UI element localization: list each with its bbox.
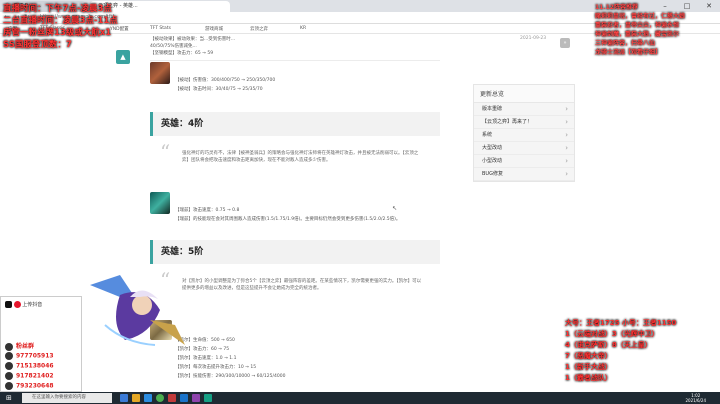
edge-icon[interactable] (144, 394, 152, 402)
overlay-text: 龙骑士流派【观看仔细】 (595, 49, 662, 56)
close-icon[interactable]: ✕ (698, 0, 720, 12)
overlay-text: 11.12阵容推荐 (595, 4, 638, 11)
taskbar-search-input[interactable]: 在这里输入你要搜索的内容 (22, 393, 112, 403)
qq-penguin-icon (5, 342, 13, 351)
overlay-text: 重装忍者，皇帝尖尖，神谕永恒 (595, 22, 680, 29)
update-overview-sidebar: 更新总览 版本重磅 › 【云顶之弈】再来了！ › 系统 › 大型改动 › 小型改动 › B… (473, 84, 575, 182)
section-heading-tier4: 英雄：4阶 (150, 112, 440, 136)
hero-portrait (150, 62, 170, 84)
qq-group-number: 715138046 (16, 362, 54, 370)
overlay-text: 1（新手大战） (565, 363, 612, 371)
overlay-text: 7（恶魔大帝） (565, 352, 612, 360)
section-heading-tier5: 英雄：5阶 (150, 240, 440, 264)
sidebar-item[interactable]: 系统 › (474, 129, 574, 142)
overlay-text: 神谕剑魔，重装大狼，藏宝凯尔 (595, 31, 680, 38)
hero-stat: 【被动】攻击时间：30/40/75 → 25/35/70 (175, 87, 263, 92)
chevron-right-icon: › (565, 170, 568, 178)
overlay-text: 房管一粉丝牌13级或大航x1 (3, 28, 112, 38)
sidebar-item[interactable]: 【云顶之弈】再来了！ › (474, 116, 574, 129)
sidebar-item-label: 大型改动 (482, 145, 503, 151)
fan-group-card: 上传抖音 粉丝群 977705913 715138046 917821402 7… (0, 296, 82, 392)
quote-icon: “ (160, 140, 171, 164)
article-text: 【被动效果】被动效果：当...受到伤害时... (150, 37, 236, 42)
sidebar-item-label: BUG修复 (482, 171, 503, 177)
taskview-icon[interactable] (120, 394, 128, 402)
qq-group-number: 917821402 (16, 372, 54, 380)
bookmark-item[interactable]: YND配置 (110, 26, 129, 32)
weibo-icon (13, 301, 21, 308)
overlay-text: 二台直播时间：凌晨3点-11点 (3, 16, 118, 26)
article-text: 40/50/75%伤害减免... (150, 44, 197, 49)
clock-date: 2021/6/24 (685, 398, 706, 403)
windows-taskbar: ⊞ 在这里输入你要搜索的内容 1:02 2021/6/24 (0, 392, 720, 404)
overlay-text: 直播时间：下午7点-凌晨3点 (3, 4, 112, 14)
windows-start-icon[interactable]: ⊞ (6, 394, 12, 402)
app-icon[interactable] (204, 394, 212, 402)
section-quote: 强化神灯的巧灵有不，法律【被神圣骑兵】的策略会与强化神灯法师将在英雄神灯攻击，并… (182, 151, 419, 163)
chevron-right-icon: › (565, 144, 568, 152)
app-icon[interactable] (192, 394, 200, 402)
social-label-text: 上传抖音 (22, 302, 43, 308)
social-label: 上传抖音 (5, 301, 42, 308)
overlay-text: 赌莉莉皇冠，曾经有过，仁慈大娘 (595, 13, 686, 20)
chevron-right-icon: › (565, 131, 568, 139)
sidebar-item[interactable]: 大型改动 › (474, 142, 574, 155)
qq-group-label: 粉丝群 (16, 343, 35, 350)
qq-penguin-icon (5, 372, 13, 380)
mouse-cursor-icon: ↖ (392, 205, 398, 212)
app-icon[interactable] (180, 394, 188, 402)
overlay-text: 1（霸者战队） (565, 374, 612, 382)
section-quote: 对【凯尔】的小型调整是为了弥合5个【云顶之弈】最强阵容的差距。在某些情况下，凯尔… (182, 279, 422, 291)
hero-stat: 【凯尔】攻击速度：1.0 → 1.1 (175, 356, 237, 361)
overlay-text: SS国服登顶数：7 (3, 40, 72, 50)
sidebar-item[interactable]: 版本重磅 › (474, 103, 574, 116)
sidebar-item-label: 系统 (482, 132, 493, 138)
sidebar-item[interactable]: 小型改动 › (474, 155, 574, 168)
article-date: 2021-09-23 (520, 36, 547, 41)
hero-stat: 【瑞兹】的技能现在会对其周围敌人造成伤害(1.5/1.75/1.9倍)。主要目标… (175, 217, 401, 222)
sidebar-item-label: 小型改动 (482, 158, 503, 164)
qq-group-number: 793230648 (16, 382, 54, 390)
qq-penguin-icon (5, 362, 13, 370)
divider (150, 60, 440, 61)
qq-group-number: 977705913 (16, 352, 54, 360)
overlay-text: 4（诺克萨斯）8（天上皇） (565, 341, 652, 349)
douyin-icon (5, 301, 12, 308)
back-to-top-button[interactable]: ▲ (116, 50, 130, 64)
chrome-icon[interactable] (156, 394, 164, 402)
chevron-right-icon: › (565, 157, 568, 165)
chevron-right-icon: › (565, 118, 568, 126)
back-to-top-button[interactable]: » (560, 38, 570, 48)
bookmark-item[interactable]: KR (300, 26, 306, 31)
article-text: 【坚钢模型】攻击力：65 → 59 (150, 51, 214, 56)
qq-penguin-icon (5, 352, 13, 360)
overlay-text: 1（云端对战）3（光辉中卫） (565, 330, 659, 338)
hero-stat: 【被动】伤害值：300/400/750 → 250/350/700 (175, 78, 276, 83)
qq-penguin-icon (5, 382, 13, 390)
hero-stat: 【凯尔】技能伤害：290/300/10000 → 60/125/4000 (175, 374, 286, 379)
overlay-text: 三神谕阵容，扫帚八仙 (595, 40, 656, 47)
sidebar-item[interactable]: BUG修复 › (474, 168, 574, 181)
overlay-text: 大号：王者1725 小号：王者1150 (565, 319, 677, 327)
hero-stat: 【凯尔】每次攻击提升攻击力：10 → 15 (175, 365, 257, 370)
file-explorer-icon[interactable] (132, 394, 140, 402)
hero-portrait (150, 192, 170, 214)
taskbar-clock[interactable]: 1:02 2021/6/24 (685, 393, 706, 403)
bookmark-item[interactable]: 云顶之弈 (250, 26, 268, 32)
app-icon[interactable] (168, 394, 176, 402)
sidebar-item-label: 【云顶之弈】再来了！ (482, 119, 533, 125)
chevron-right-icon: › (565, 105, 568, 113)
bookmark-item[interactable]: TFT Stats (150, 26, 171, 31)
bookmark-item[interactable]: 游戏商城 (205, 26, 223, 32)
sidebar-title: 更新总览 (474, 85, 574, 103)
sidebar-item-label: 版本重磅 (482, 106, 503, 112)
character-art-image (90, 275, 185, 346)
hero-stat: 【瑞兹】攻击速度：0.75 → 0.8 (175, 208, 240, 213)
